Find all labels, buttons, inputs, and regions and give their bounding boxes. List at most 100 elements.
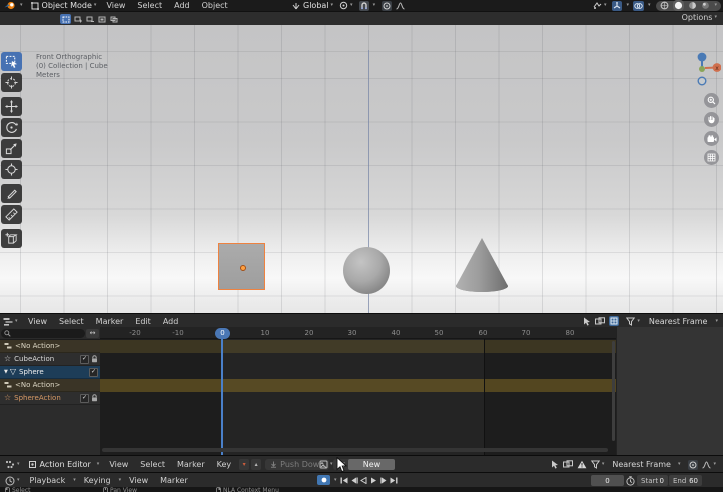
ae-proportional-toggle[interactable] [688, 460, 698, 470]
select-mode-invert-button[interactable] [96, 14, 107, 24]
nla-object-sphere-row[interactable]: ▼ ▽ Sphere ✓ [0, 366, 100, 379]
nla-track-no-action-cube[interactable]: <No Action> [0, 340, 100, 353]
pan-hand-icon[interactable] [704, 112, 719, 127]
menu-view[interactable]: View [100, 1, 131, 10]
select-mode-intersect-button[interactable] [108, 14, 119, 24]
auto-keying-caret-icon[interactable]: ▾ [334, 478, 337, 483]
nla-menu-edit[interactable]: Edit [129, 317, 157, 326]
action-unlink-button[interactable]: ▾ [239, 459, 249, 470]
action-up-button[interactable]: ▴ [251, 459, 261, 470]
ae-menu-select[interactable]: Select [134, 460, 171, 469]
overlays-caret-icon[interactable]: ▾ [648, 3, 651, 8]
tool-move[interactable] [1, 97, 22, 116]
nla-channel-expand-button[interactable]: ↔ [86, 329, 99, 338]
prev-keyframe-button[interactable] [349, 475, 358, 485]
jump-to-start-button[interactable] [339, 475, 348, 485]
blender-menu-caret-icon[interactable]: ▾ [20, 3, 23, 8]
playhead-line[interactable] [221, 339, 223, 455]
ae-tweak-icon[interactable] [551, 460, 559, 469]
ae-menu-key[interactable]: Key [211, 460, 238, 469]
tl-menu-marker[interactable]: Marker [154, 476, 194, 485]
tl-menu-playback[interactable]: Playback [24, 476, 72, 485]
track-mute-checkbox[interactable]: ✓ [80, 355, 89, 364]
tool-rotate[interactable] [1, 118, 22, 137]
cone-object[interactable] [456, 237, 508, 293]
next-keyframe-button[interactable] [379, 475, 388, 485]
tool-annotate[interactable] [1, 184, 22, 203]
tool-select-box[interactable] [1, 52, 22, 71]
nla-editor-type-dropdown[interactable]: ▾ [3, 314, 20, 328]
snapping-caret-icon[interactable]: ▾ [373, 3, 376, 8]
select-mode-subtract-button[interactable] [84, 14, 95, 24]
frame-end-field[interactable]: End 60 [669, 475, 702, 486]
toggle-perspective-icon[interactable] [704, 150, 719, 165]
select-mode-extend-button[interactable] [72, 14, 83, 24]
nla-menu-add[interactable]: Add [157, 317, 185, 326]
proportional-falloff-icon[interactable] [396, 2, 405, 10]
nla-timeline-ruler[interactable]: -20 -10 10 20 30 40 50 60 70 80 0 [100, 327, 616, 339]
ae-falloff-dropdown[interactable]: ▾ [702, 461, 718, 469]
shading-rendered-button[interactable] [701, 1, 710, 10]
nla-track-no-action-sphere[interactable]: <No Action> [0, 379, 100, 392]
track-mute-checkbox[interactable]: ✓ [80, 394, 89, 403]
ae-filter-dropdown[interactable]: ▾ [591, 460, 607, 469]
viewport-3d[interactable]: Front Orthographic (0) Collection | Cube… [0, 25, 723, 313]
navigation-gizmo[interactable]: x [687, 52, 721, 88]
nla-menu-select[interactable]: Select [53, 317, 90, 326]
nla-snap-dropdown[interactable]: Nearest Frame ▾ [649, 317, 720, 326]
nla-filter-dropdown[interactable]: ▾ [626, 317, 642, 326]
jump-to-end-button[interactable] [389, 475, 398, 485]
ae-frames-icon[interactable] [563, 460, 573, 469]
nla-track-band-sphere[interactable] [100, 379, 616, 392]
zoom-icon[interactable] [704, 93, 719, 108]
transform-orientation-dropdown[interactable]: Global ▾ [292, 1, 335, 10]
tool-scale[interactable] [1, 139, 22, 158]
select-mode-set-button[interactable] [60, 14, 71, 24]
proportional-editing-toggle[interactable] [382, 1, 392, 11]
menu-select[interactable]: Select [131, 1, 168, 10]
nla-track-band-cube[interactable] [100, 340, 616, 353]
shading-solid-button[interactable] [673, 0, 684, 11]
use-preview-range-icon[interactable] [626, 476, 635, 486]
action-browse-dropdown[interactable]: ▾ [319, 456, 335, 473]
cube-object[interactable] [218, 243, 265, 290]
camera-view-icon[interactable] [704, 131, 719, 146]
blender-logo-icon[interactable] [4, 1, 16, 10]
menu-add[interactable]: Add [168, 1, 196, 10]
keying-caret-icon[interactable]: ▾ [119, 478, 122, 483]
nla-strips-area[interactable] [100, 339, 616, 455]
track-lock-icon[interactable] [91, 355, 98, 364]
ae-menu-marker[interactable]: Marker [171, 460, 211, 469]
frame-start-field[interactable]: Start 0 [637, 475, 668, 486]
expand-triangle-icon[interactable]: ▼ [4, 370, 8, 375]
shading-wireframe-button[interactable] [660, 1, 669, 10]
tl-menu-keying[interactable]: Keying [78, 476, 117, 485]
current-frame-badge[interactable]: 0 [215, 328, 230, 339]
nla-sync-toggle[interactable] [609, 316, 619, 326]
tl-menu-view[interactable]: View [123, 476, 154, 485]
object-mode-dropdown[interactable]: Object Mode ▾ [31, 1, 99, 10]
play-button[interactable] [369, 475, 378, 485]
timeline-editor-type-dropdown[interactable]: ▾ [5, 476, 22, 486]
snapping-toggle[interactable] [359, 1, 369, 11]
tool-cursor[interactable] [1, 73, 22, 92]
track-lock-icon[interactable] [91, 394, 98, 403]
tool-measure[interactable] [1, 205, 22, 224]
nla-search-input[interactable] [1, 329, 85, 338]
menu-object[interactable]: Object [196, 1, 234, 10]
tool-transform[interactable] [1, 160, 22, 179]
editor-mode-dropdown[interactable]: Action Editor ▾ [28, 460, 102, 469]
show-object-types-dropdown[interactable]: ▾ [593, 1, 609, 10]
current-frame-field[interactable]: 0 [591, 475, 624, 486]
gizmos-toggle[interactable] [612, 1, 622, 11]
new-action-button[interactable]: New [348, 459, 395, 470]
play-reverse-button[interactable] [359, 475, 368, 485]
tool-add-cube[interactable] [1, 229, 22, 248]
overlays-toggle[interactable] [633, 1, 644, 11]
nla-frames-icon[interactable] [595, 317, 605, 326]
pivot-point-dropdown[interactable]: ▾ [339, 1, 355, 10]
shading-caret-icon[interactable]: ▾ [714, 3, 717, 8]
gizmos-caret-icon[interactable]: ▾ [626, 3, 629, 8]
vertical-scrollbar[interactable] [612, 341, 615, 441]
playback-caret-icon[interactable]: ▾ [73, 478, 76, 483]
